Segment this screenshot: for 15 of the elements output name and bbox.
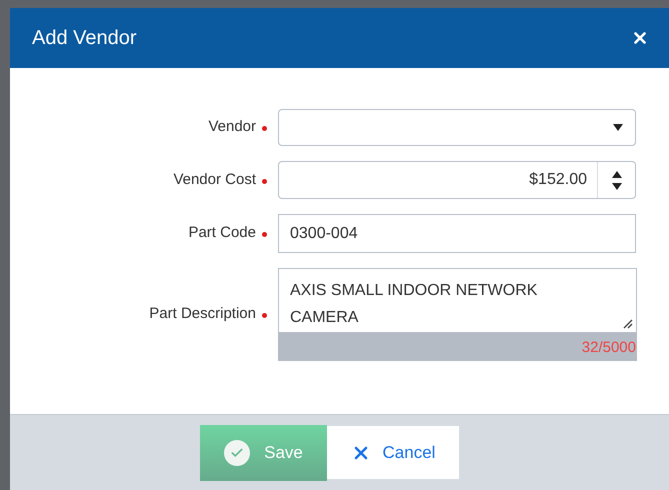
cost-field[interactable]: $152.00 bbox=[278, 161, 636, 199]
dialog-title: Add Vendor bbox=[32, 26, 137, 51]
check-icon bbox=[224, 440, 250, 466]
field-label: Part Code bbox=[188, 223, 256, 244]
field-label: Vendor Cost bbox=[173, 170, 256, 190]
description-field[interactable]: AXIS SMALL INDOOR NETWORK CAMERA bbox=[278, 268, 637, 333]
close-icon[interactable] bbox=[631, 29, 649, 47]
description-text: AXIS SMALL INDOOR NETWORK CAMERA bbox=[290, 281, 538, 328]
cancel-button[interactable]: Cancel bbox=[327, 426, 459, 479]
character-counter: 32/5000 bbox=[278, 333, 637, 361]
field-label: Vendor bbox=[208, 117, 256, 138]
part-code-field[interactable]: 0300-004 bbox=[278, 214, 636, 253]
field-label: Part Description bbox=[149, 304, 256, 324]
caret-icon bbox=[613, 124, 623, 131]
resize-handle-icon[interactable] bbox=[623, 319, 633, 329]
